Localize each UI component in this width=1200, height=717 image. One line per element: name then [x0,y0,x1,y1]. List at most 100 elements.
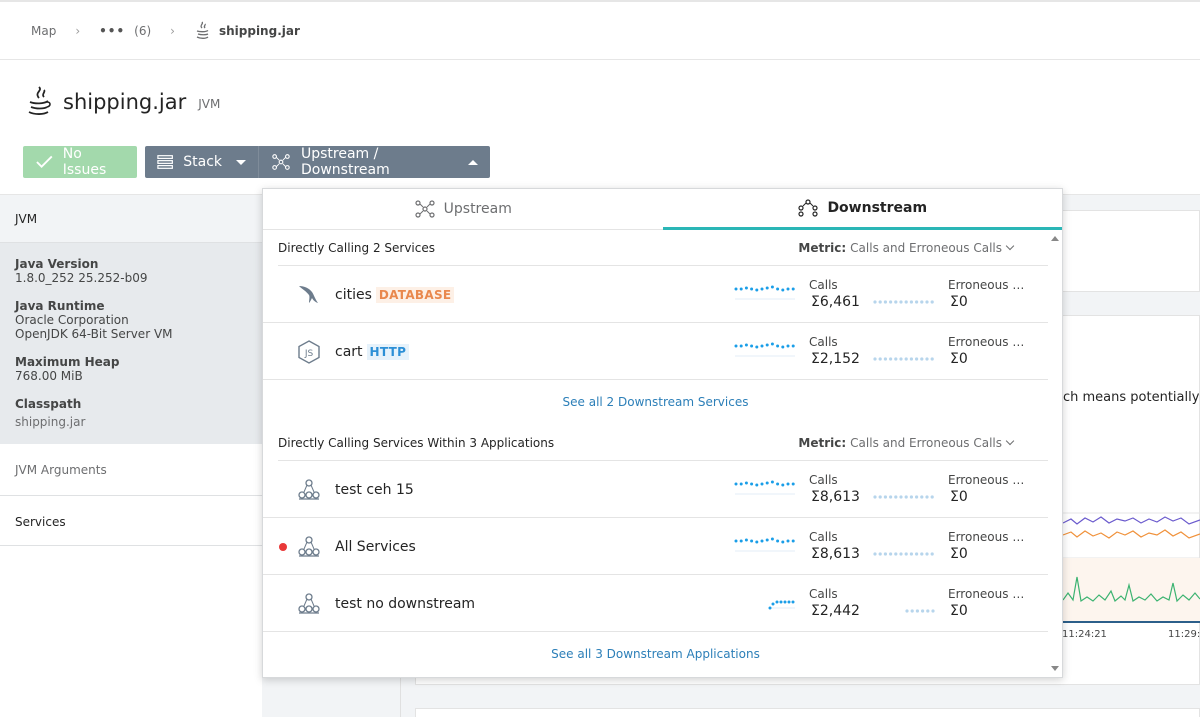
sparkline-point [791,482,795,486]
sparkline-point [770,537,774,541]
sparkline-point [739,482,743,486]
errors-value: Σ0 [950,294,968,310]
nodejs-icon: JS [298,340,320,364]
list-item[interactable]: test no downstream Calls Σ2,442 Erroneou… [263,575,1048,632]
upstream-downstream-button[interactable]: Upstream / Downstream [259,146,490,178]
prop-value-max-heap: 768.00 MiB [15,369,83,383]
errors-sparkline-short [905,609,935,613]
sparkline-point [904,300,908,304]
calls-label: Calls [809,278,838,292]
no-issues-label: No Issues [62,146,107,178]
popover-tabs: Upstream Downstream [263,189,1062,230]
sparkline-point [750,344,754,348]
sidebar: JVM Java Version 1.8.0_252 25.252-b09 Ja… [0,195,262,717]
calls-sparkline [734,537,795,552]
upstream-downstream-popover: Upstream Downstream Directly Calling 2 S… [262,188,1063,678]
sparkline-point [734,539,738,543]
sparkline-point [775,600,779,604]
sparkline-point [909,552,913,556]
popover-scrollbar[interactable] [1048,230,1062,677]
sparkline-point [755,288,759,292]
sidebar-item-jvm[interactable]: JVM [0,195,262,243]
sparkline-point [878,300,882,304]
sparkline-point [904,552,908,556]
sidebar-empty-area [0,546,262,717]
sparkline-point [930,357,934,361]
sparkline-point [925,357,929,361]
section-header-services: Directly Calling 2 Services Metric: Call… [278,230,1048,266]
breadcrumb-hidden-count[interactable]: (6) [134,24,151,38]
java-icon [196,21,209,39]
errors-value: Σ0 [950,546,968,562]
sparkline-point [925,552,929,556]
service-graph-icon [798,199,819,217]
sparkline-point [739,539,743,543]
application-name: All Services [335,539,416,555]
sparkline-point [894,552,898,556]
see-all-applications-link[interactable]: See all 3 Downstream Applications [263,647,1048,661]
errors-label: Erroneous Calls [948,587,1030,601]
scroll-down-icon[interactable] [1051,666,1059,671]
metric-label: Metric: [798,435,847,450]
tab-downstream[interactable]: Downstream [662,189,1062,230]
tab-downstream-label: Downstream [827,200,928,216]
sparkline-point [791,600,795,604]
calls-value: Σ6,461 [811,294,860,310]
sparkline-point [930,495,934,499]
calls-value: Σ2,152 [811,351,860,367]
metric-dropdown[interactable]: Metric: Calls and Erroneous Calls [798,435,1015,450]
calls-sparkline [734,342,795,357]
content-card [415,708,1200,717]
section-header-applications: Directly Calling Services Within 3 Appli… [278,425,1048,461]
list-item[interactable]: test ceh 15 Calls Σ8,613 Erroneous Calls… [263,461,1048,518]
sidebar-item-services[interactable]: Services [0,496,262,546]
tab-upstream[interactable]: Upstream [263,189,663,229]
service-name: cities DATABASE [335,287,455,303]
section-title: Directly Calling 2 Services [278,240,436,255]
see-all-services-link[interactable]: See all 2 Downstream Services [263,395,1048,409]
service-name-text: cart [335,344,363,360]
list-item[interactable]: JS cartHTTP Calls Σ2,152 Erroneous Calls… [263,323,1048,380]
calls-label: Calls [809,335,838,349]
metric-dropdown[interactable]: Metric: Calls and Erroneous Calls [798,240,1015,255]
sparkline-point [873,495,877,499]
prop-key-max-heap: Maximum Heap [15,355,120,369]
sparkline-point [921,609,925,613]
sparkline-point [768,606,772,610]
no-issues-button[interactable]: No Issues [23,146,137,178]
background-partial-text: ch means potentially ex [1063,390,1200,405]
type-badge: HTTP [366,344,410,360]
sparkline-point [776,344,780,348]
background-chart [1063,512,1200,623]
sparkline-point [755,540,759,544]
stack-button[interactable]: Stack [145,146,259,178]
stack-icon [157,155,173,169]
jvm-properties: Java Version 1.8.0_252 25.252-b09 Java R… [0,243,262,444]
errors-value: Σ0 [950,603,968,619]
sparkline-point [765,481,769,485]
errors-sparkline [873,552,934,556]
sparkline-point [889,357,893,361]
list-item[interactable]: All Services Calls Σ8,613 Erroneous Call… [263,518,1048,575]
breadcrumb-ellipsis[interactable]: ••• [99,24,125,38]
sparkline-point [786,287,790,291]
sparkline-point [760,539,764,543]
sparkline-point [765,343,769,347]
sparkline-point [931,609,935,613]
sidebar-item-jvm-arguments[interactable]: JVM Arguments [0,444,262,496]
list-item[interactable]: cities DATABASE Calls Σ6,461 Erroneous Ca… [263,266,1048,323]
sparkline-point [883,300,887,304]
sparkline-point [781,540,785,544]
errors-sparkline [873,300,934,304]
metric-value: Calls and Erroneous Calls [850,240,1002,255]
sparkline-point [905,609,909,613]
scroll-up-icon[interactable] [1051,236,1059,241]
check-icon [36,155,53,168]
sparkline-point [925,300,929,304]
sparkline-point [909,495,913,499]
sparkline-point [770,342,774,346]
sparkline-point [883,495,887,499]
breadcrumb-map[interactable]: Map [31,24,56,38]
sparkline-point [734,344,738,348]
sparkline-point [878,552,882,556]
